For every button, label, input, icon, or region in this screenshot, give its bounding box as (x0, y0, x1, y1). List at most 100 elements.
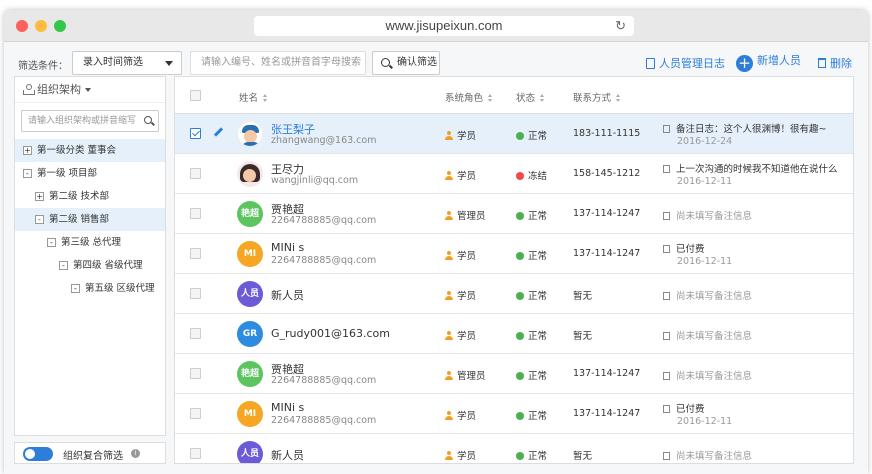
table-row[interactable]: MI MINi s 2264788885@qq.com 学员 正常 137-114-124… (175, 394, 853, 434)
phone-cell: 137-114-1247 (573, 368, 641, 379)
table-row[interactable]: 人员 新人员 学员 正常 暂无 尚未填写备注信息 (175, 434, 853, 463)
tree-item[interactable]: - 第三级 总代理 (15, 231, 165, 254)
status-label: 正常 (528, 411, 548, 422)
staff-name[interactable]: G_rudy001@163.com (271, 327, 390, 340)
role-label: 学员 (457, 171, 477, 182)
row-checkbox[interactable] (190, 248, 201, 259)
search-icon[interactable] (144, 116, 152, 124)
table-row[interactable]: 艳超 贾艳超 2264788885@qq.com 管理员 正常 137-114-1247 尚… (175, 194, 853, 234)
column-header-name[interactable]: 姓名 (239, 90, 268, 104)
status-cell: 正常 (516, 248, 547, 262)
role-cell: 管理员 (445, 368, 486, 382)
staff-name[interactable]: 新人员 (271, 287, 304, 303)
confirm-filter-label: 确认筛选 (397, 57, 437, 68)
sort-icon (540, 94, 545, 102)
document-icon (663, 452, 670, 460)
caret-down-icon (165, 61, 173, 66)
table-row[interactable]: 艳超 贾艳超 2264788885@qq.com 管理员 正常 137-114-1247 尚… (175, 354, 853, 394)
note-text: 尚未填写备注信息 (676, 371, 753, 382)
phone-cell: 137-114-1247 (573, 408, 641, 419)
caret-down-icon (85, 88, 91, 92)
row-checkbox[interactable] (190, 288, 201, 299)
tree-item[interactable]: + 第一级分类 董事会 (15, 139, 165, 162)
tree-item[interactable]: - 第二级 销售部 (15, 208, 165, 231)
status-label: 正常 (528, 251, 548, 262)
collapse-icon[interactable]: - (47, 238, 56, 247)
tree-item[interactable]: - 第五级 区级代理 (15, 277, 165, 300)
table-row[interactable]: MI MINi s 2264788885@qq.com 学员 正常 137-114-124… (175, 234, 853, 274)
delete-label: 删除 (830, 57, 852, 70)
status-cell: 正常 (516, 408, 547, 422)
collapse-icon[interactable]: - (59, 261, 68, 270)
table-row[interactable]: 王尽力 wangjinli@qq.com 学员 冻结 158-145-1212 上一次沟通… (175, 154, 853, 194)
filter-select[interactable]: 录入时间筛选 (72, 51, 182, 75)
row-checkbox[interactable] (190, 368, 201, 379)
tree-item[interactable]: - 第四级 省级代理 (15, 254, 165, 277)
staff-name[interactable]: 新人员 (271, 447, 304, 463)
row-checkbox[interactable] (190, 408, 201, 419)
row-checkbox[interactable] (190, 208, 201, 219)
confirm-filter-button[interactable]: 确认筛选 (372, 51, 440, 75)
column-header-role[interactable]: 系统角色 (445, 90, 493, 104)
org-structure-title: 组织架构 (37, 83, 81, 96)
tree-item-label: 第二级 技术部 (49, 191, 110, 202)
maximize-window-button[interactable] (54, 20, 66, 32)
document-icon (663, 245, 670, 253)
phone-cell: 暂无 (573, 451, 593, 462)
phone-cell: 暂无 (573, 291, 593, 302)
org-search-input[interactable]: 请输入组织架构或拼音缩写 (21, 110, 159, 132)
row-checkbox[interactable] (190, 448, 201, 459)
collapse-icon[interactable]: - (71, 284, 80, 293)
note-text: 尚未填写备注信息 (676, 451, 753, 462)
select-all-checkbox[interactable] (190, 90, 201, 101)
expand-icon[interactable]: + (35, 192, 44, 201)
note-text: 尚未填写备注信息 (676, 291, 753, 302)
status-cell: 正常 (516, 208, 547, 222)
expand-icon[interactable]: + (23, 146, 32, 155)
close-window-button[interactable] (16, 20, 28, 32)
note-date: 2016-12-11 (677, 416, 733, 427)
table-row[interactable]: 人员 新人员 学员 正常 暂无 尚未填写备注信息 (175, 274, 853, 314)
title-bar: www.jisupeixun.com ↻ (4, 10, 868, 42)
phone-cell: 暂无 (573, 331, 593, 342)
tree-item-label: 第四级 省级代理 (73, 260, 143, 271)
staff-name[interactable]: MINi s (271, 401, 304, 414)
info-icon[interactable]: i (131, 449, 140, 458)
staff-log-link[interactable]: 人员管理日志 (646, 55, 725, 71)
status-cell: 正常 (516, 368, 547, 382)
column-header-status[interactable]: 状态 (516, 90, 545, 104)
row-checkbox[interactable] (190, 128, 201, 139)
note-cell: 尚未填写备注信息 (663, 368, 752, 382)
add-staff-button[interactable]: + 新增人员 (736, 52, 801, 72)
status-dot (516, 332, 524, 340)
row-checkbox[interactable] (190, 328, 201, 339)
collapse-icon[interactable]: - (23, 169, 32, 178)
delete-button[interactable]: 删除 (818, 55, 852, 71)
tree-item[interactable]: + 第二级 技术部 (15, 185, 165, 208)
staff-name[interactable]: MINi s (271, 241, 304, 254)
tree-item[interactable]: - 第一级 项目部 (15, 162, 165, 185)
staff-email: 2264788885@qq.com (271, 375, 377, 386)
search-input[interactable]: 请输入编号、姓名或拼音首字母搜索 (190, 51, 366, 75)
column-header-contact[interactable]: 联系方式 (573, 90, 621, 104)
phone-cell: 137-114-1247 (573, 208, 641, 219)
reload-icon[interactable]: ↻ (615, 16, 626, 36)
org-structure-dropdown[interactable]: 组织架构 (15, 77, 165, 103)
sort-icon (488, 94, 493, 102)
note-cell: 上一次沟通的时候我不知道他在说什么 (663, 161, 838, 175)
table-row[interactable]: GR G_rudy001@163.com 学员 正常 暂无 尚未填写备注信息 (175, 314, 853, 354)
table-row[interactable]: 张王梨子 zhangwang@163.com 学员 正常 183-111-1115 备注日… (175, 114, 853, 154)
role-cell: 学员 (445, 408, 476, 422)
staff-email: 2264788885@qq.com (271, 415, 377, 426)
search-icon (381, 58, 390, 67)
tree-item-label: 第三级 总代理 (61, 237, 122, 248)
status-dot (516, 372, 524, 380)
compound-filter-toggle[interactable] (23, 447, 53, 461)
row-checkbox[interactable] (190, 168, 201, 179)
edit-icon[interactable] (213, 128, 223, 138)
collapse-icon[interactable]: - (35, 215, 44, 224)
url-text: www.jisupeixun.com (385, 18, 503, 33)
status-cell: 正常 (516, 288, 547, 302)
address-bar[interactable]: www.jisupeixun.com ↻ (254, 16, 634, 36)
minimize-window-button[interactable] (35, 20, 47, 32)
